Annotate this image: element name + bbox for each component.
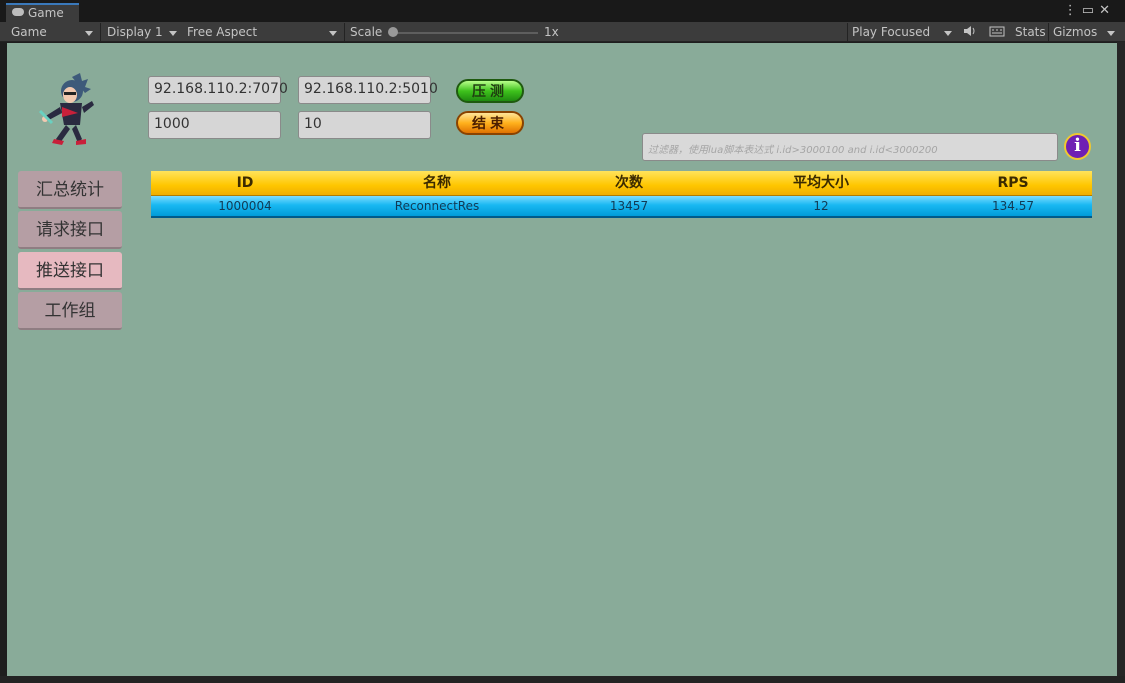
scale-value: 1x: [544, 25, 559, 39]
display-value: Display 1: [107, 25, 163, 39]
toolbar-separator: [1048, 23, 1049, 41]
aspect-dropdown[interactable]: Free Aspect: [187, 24, 341, 41]
window-controls: ⋮▭✕: [1064, 3, 1115, 18]
column-header-rps[interactable]: RPS: [919, 171, 1107, 195]
close-icon[interactable]: ✕: [1099, 3, 1115, 18]
toolbar-separator: [100, 23, 101, 41]
view-mode-value: Game: [11, 25, 47, 39]
server-address-input-2[interactable]: 92.168.110.2:5010: [298, 76, 438, 104]
game-view: 92.168.110.2:7070 92.168.110.2:5010 1000…: [7, 43, 1117, 676]
gizmos-label: Gizmos: [1053, 25, 1098, 39]
scale-label: Scale: [350, 25, 383, 39]
scale-slider-handle[interactable]: [388, 27, 398, 37]
cell-rps: 134.57: [992, 199, 1034, 213]
server-address-input-1[interactable]: 92.168.110.2:7070: [148, 76, 288, 104]
gamepad-icon: [12, 8, 24, 16]
toolbar-separator: [847, 23, 848, 41]
status-bar-edge: [0, 676, 1125, 683]
column-header-count[interactable]: 次数: [535, 171, 723, 195]
maximize-icon[interactable]: ▭: [1082, 3, 1099, 18]
start-test-button[interactable]: 压测: [456, 79, 524, 103]
play-mode-dropdown[interactable]: Play Focused: [852, 24, 956, 41]
cell-avg-size: 12: [813, 199, 829, 213]
table-row[interactable]: 1000004 ReconnectRes 13457 12 134.57: [151, 196, 1092, 218]
game-tab-label: Game: [28, 6, 64, 20]
request-count-input[interactable]: 1000: [148, 111, 281, 139]
aspect-value: Free Aspect: [187, 25, 258, 39]
sidebar-item-workgroup[interactable]: 工作组: [18, 292, 122, 330]
stop-test-button[interactable]: 结束: [456, 111, 524, 135]
game-toolbar: Game Display 1 Free Aspect Scale 1x Play…: [0, 22, 1125, 42]
toolbar-separator: [344, 23, 345, 41]
sidebar-item-summary[interactable]: 汇总统计: [18, 171, 122, 209]
sidebar-item-requests[interactable]: 请求接口: [18, 211, 122, 249]
cell-name: ReconnectRes: [394, 199, 480, 213]
stats-button[interactable]: Stats: [1015, 24, 1046, 41]
keyboard-icon[interactable]: [989, 24, 1005, 41]
cell-count: 13457: [609, 199, 649, 213]
column-header-name[interactable]: 名称: [339, 171, 535, 195]
inspector-panel-edge: [1117, 42, 1125, 683]
more-options-icon[interactable]: ⋮: [1064, 3, 1082, 18]
sidebar-item-push[interactable]: 推送接口: [18, 252, 122, 290]
view-mode-dropdown[interactable]: Game: [11, 24, 97, 41]
column-header-avg-size[interactable]: 平均大小: [723, 171, 919, 195]
game-tab[interactable]: Game: [6, 3, 79, 22]
concurrency-input[interactable]: 10: [298, 111, 431, 139]
cell-id: 1000004: [218, 199, 272, 213]
scale-slider-track[interactable]: [392, 32, 538, 34]
column-header-id[interactable]: ID: [151, 171, 339, 195]
audio-icon[interactable]: [963, 24, 977, 41]
character-avatar: [38, 73, 94, 145]
info-icon[interactable]: i: [1064, 133, 1091, 160]
gizmos-dropdown[interactable]: Gizmos: [1053, 24, 1119, 41]
editor-tab-bar: Game ⋮▭✕: [0, 0, 1125, 22]
play-mode-value: Play Focused: [852, 25, 931, 39]
filter-input[interactable]: 过滤器，使用lua脚本表达式 i.id>3000100 and i.id<300…: [642, 133, 1058, 161]
table-header: ID 名称 次数 平均大小 RPS: [151, 171, 1092, 196]
stats-table: ID 名称 次数 平均大小 RPS 1000004 ReconnectRes 1…: [151, 171, 1092, 218]
display-dropdown[interactable]: Display 1: [107, 24, 181, 41]
